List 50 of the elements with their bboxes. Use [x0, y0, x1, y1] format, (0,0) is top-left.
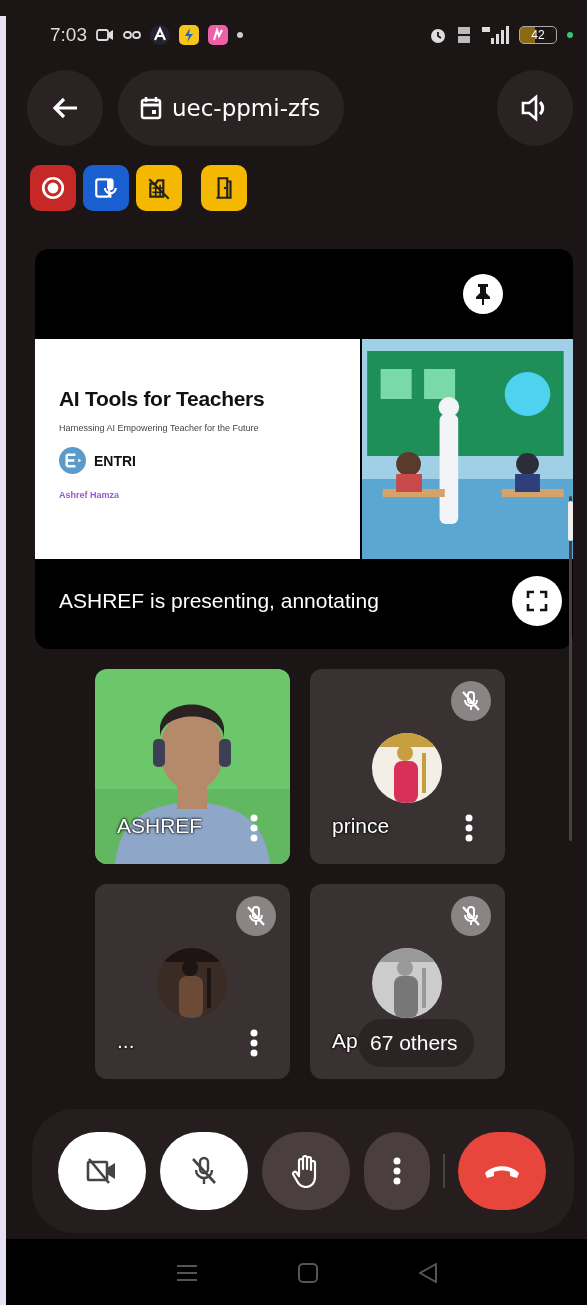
scroll-thumb[interactable]: [568, 501, 573, 541]
menu-icon[interactable]: [176, 1263, 197, 1282]
participant-name: prince: [332, 814, 390, 838]
dot-icon: [237, 32, 243, 38]
app-icon: [179, 25, 199, 45]
transcript-icon: [93, 175, 119, 201]
participant-name: Ap: [332, 1029, 358, 1053]
app-icon: [208, 25, 228, 45]
back-arrow-icon: [51, 96, 79, 120]
muted-mic-icon: [246, 905, 266, 927]
hang-up-icon: [483, 1163, 521, 1179]
rooms-button[interactable]: [201, 165, 247, 211]
transcript-button[interactable]: [83, 165, 129, 211]
signal-icon: [481, 26, 509, 44]
brand-name: ENTRI: [94, 452, 136, 469]
meeting-code-chip[interactable]: uec-ppmi-zfs: [118, 70, 345, 146]
camera-icon: [96, 28, 114, 42]
muted-mic-icon: [461, 690, 481, 712]
brand-logo-icon: [59, 447, 86, 474]
calendar-icon: [140, 96, 162, 120]
participant-tile[interactable]: ...: [95, 884, 290, 1079]
slide-title: AI Tools for Teachers: [59, 387, 266, 411]
participant-tile[interactable]: Ap 67 others: [310, 884, 505, 1079]
more-options-icon[interactable]: [250, 1029, 258, 1057]
camera-off-icon: [86, 1157, 118, 1185]
status-time: 7:03: [50, 24, 87, 46]
dot-icon: [567, 32, 573, 38]
pin-button[interactable]: [463, 274, 503, 314]
alarm-icon: [429, 26, 447, 44]
app-icon: [150, 25, 170, 45]
muted-mic-icon: [461, 905, 481, 927]
home-icon[interactable]: [297, 1262, 318, 1283]
presenting-caption: ASHREF is presenting, annotating: [59, 589, 379, 613]
back-icon[interactable]: [418, 1262, 437, 1283]
slide-author: Ashref Hamza: [59, 490, 121, 500]
slide-subtitle: Harnessing AI Empowering Teacher for the Future: [59, 423, 260, 433]
more-options-icon: [393, 1157, 401, 1185]
battery-icon: 42: [519, 26, 557, 44]
fullscreen-icon: [526, 590, 548, 612]
participant-name: ...: [117, 1029, 135, 1053]
others-count-button[interactable]: 67 others: [358, 1019, 474, 1067]
effects-button[interactable]: [136, 165, 182, 211]
record-icon: [40, 175, 66, 201]
record-button[interactable]: [30, 165, 76, 211]
more-options-icon[interactable]: [465, 814, 473, 842]
link-icon: [123, 30, 141, 40]
participant-tile[interactable]: prince: [310, 669, 505, 864]
fullscreen-button[interactable]: [512, 576, 562, 626]
pin-icon: [474, 283, 492, 305]
muted-mic-icon: [190, 1156, 218, 1186]
